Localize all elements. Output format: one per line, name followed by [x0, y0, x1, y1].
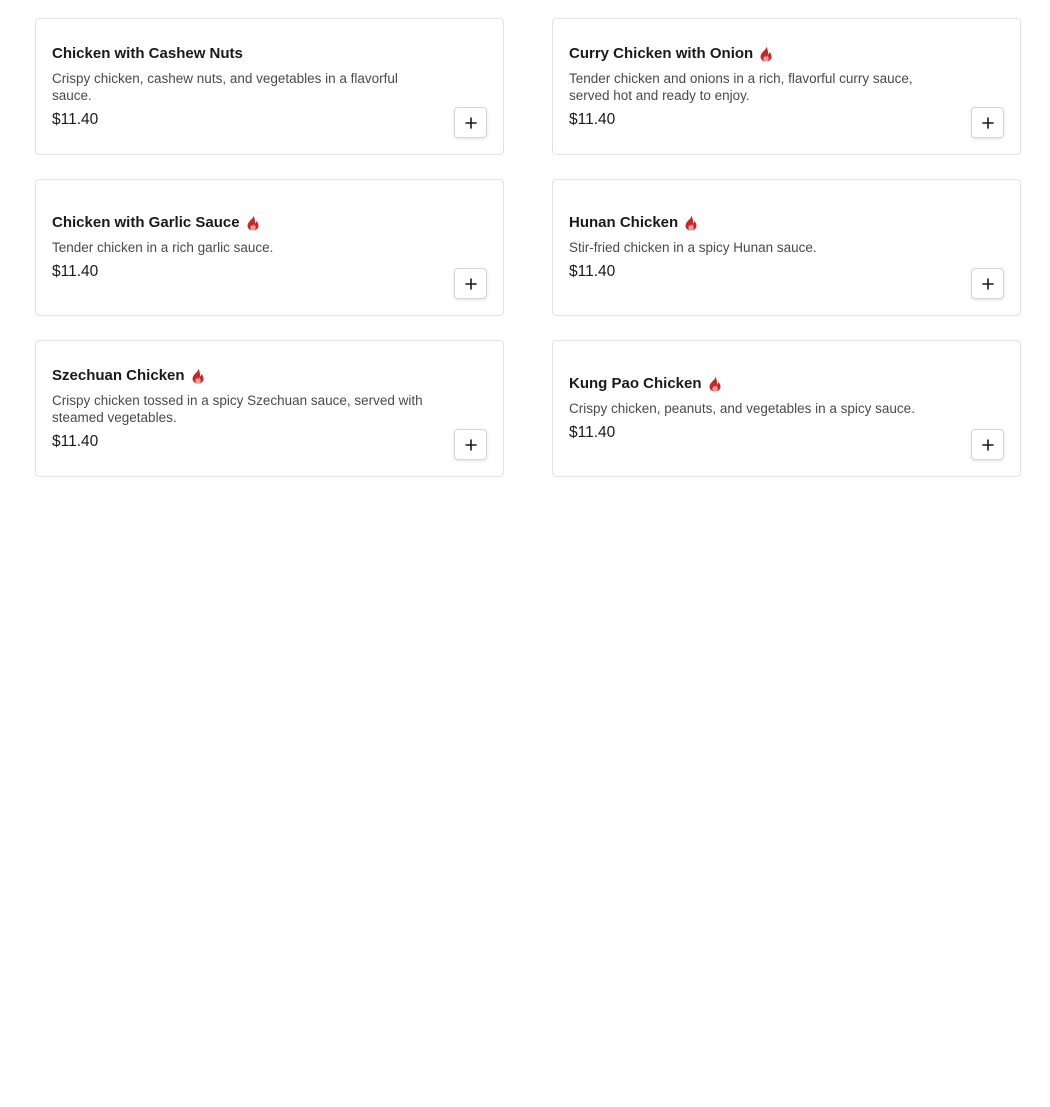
menu-item-title-row: Kung Pao Chicken [569, 374, 956, 394]
spicy-flame-icon [708, 376, 722, 392]
menu-item-name: Szechuan Chicken [52, 366, 185, 384]
menu-item-price: $11.40 [569, 263, 616, 280]
plus-icon [464, 438, 477, 451]
menu-item-title-row: Curry Chicken with Onion [569, 44, 956, 64]
add-to-cart-button[interactable] [971, 268, 1004, 299]
menu-item-description: Crispy chicken, peanuts, and vegetables … [569, 401, 915, 416]
menu-item-body: Hunan Chicken Stir-fried chicken in a sp… [569, 213, 1004, 282]
spicy-flame-icon [246, 215, 260, 231]
menu-item-name: Curry Chicken with Onion [569, 44, 754, 62]
menu-item-name: Chicken with Garlic Sauce [52, 214, 240, 231]
spicy-flame-icon [191, 368, 205, 384]
menu-item-price: $11.40 [52, 432, 99, 450]
menu-item-title-row: Chicken with Cashew Nuts [52, 44, 439, 64]
menu-item-price: $11.40 [569, 110, 616, 128]
menu-item-body: Kung Pao Chicken Crispy chicken, peanuts… [569, 374, 1004, 443]
menu-item-body: Curry Chicken with Onion Tender chicken … [569, 44, 1004, 130]
menu-grid: Chicken with Cashew Nuts Crispy chicken,… [35, 18, 1021, 477]
menu-item-card[interactable]: Chicken with Cashew Nuts Crispy chicken,… [35, 18, 504, 155]
plus-icon [981, 116, 994, 129]
menu-item-card[interactable]: Chicken with Garlic Sauce Tender chicken… [35, 179, 504, 316]
add-to-cart-button[interactable] [454, 429, 487, 460]
menu-item-body: Chicken with Garlic Sauce Tender chicken… [52, 213, 487, 282]
menu-item-title-row: Hunan Chicken [569, 213, 956, 233]
add-to-cart-button[interactable] [454, 107, 487, 138]
menu-item-name: Hunan Chicken [569, 214, 679, 231]
plus-icon [981, 277, 994, 290]
menu-item-body: Szechuan Chicken Crispy chicken tossed i… [52, 366, 487, 452]
menu-item-price: $11.40 [52, 110, 99, 128]
menu-item-description: Stir-fried chicken in a spicy Hunan sauc… [569, 240, 817, 255]
menu-item-title-row: Szechuan Chicken [52, 366, 439, 386]
menu-item-description: Crispy chicken, cashew nuts, and vegetab… [52, 70, 398, 103]
menu-item-name: Chicken with Cashew Nuts [52, 44, 243, 62]
plus-icon [981, 438, 994, 451]
plus-icon [464, 116, 477, 129]
plus-icon [464, 277, 477, 290]
add-to-cart-button[interactable] [454, 268, 487, 299]
menu-item-name: Kung Pao Chicken [569, 375, 702, 392]
add-to-cart-button[interactable] [971, 429, 1004, 460]
menu-item-body: Chicken with Cashew Nuts Crispy chicken,… [52, 44, 487, 130]
menu-item-description: Tender chicken and onions in a rich, fla… [569, 70, 913, 103]
spicy-flame-icon [684, 215, 698, 231]
menu-item-title-row: Chicken with Garlic Sauce [52, 213, 439, 233]
menu-item-price: $11.40 [569, 424, 616, 441]
menu-item-description: Tender chicken in a rich garlic sauce. [52, 240, 274, 255]
add-to-cart-button[interactable] [971, 107, 1004, 138]
spicy-flame-icon [759, 46, 773, 62]
menu-item-card[interactable]: Szechuan Chicken Crispy chicken tossed i… [35, 340, 504, 477]
menu-item-card[interactable]: Kung Pao Chicken Crispy chicken, peanuts… [552, 340, 1021, 477]
menu-item-card[interactable]: Hunan Chicken Stir-fried chicken in a sp… [552, 179, 1021, 316]
menu-item-price: $11.40 [52, 263, 99, 280]
menu-item-description: Crispy chicken tossed in a spicy Szechua… [52, 392, 423, 425]
menu-item-card[interactable]: Curry Chicken with Onion Tender chicken … [552, 18, 1021, 155]
